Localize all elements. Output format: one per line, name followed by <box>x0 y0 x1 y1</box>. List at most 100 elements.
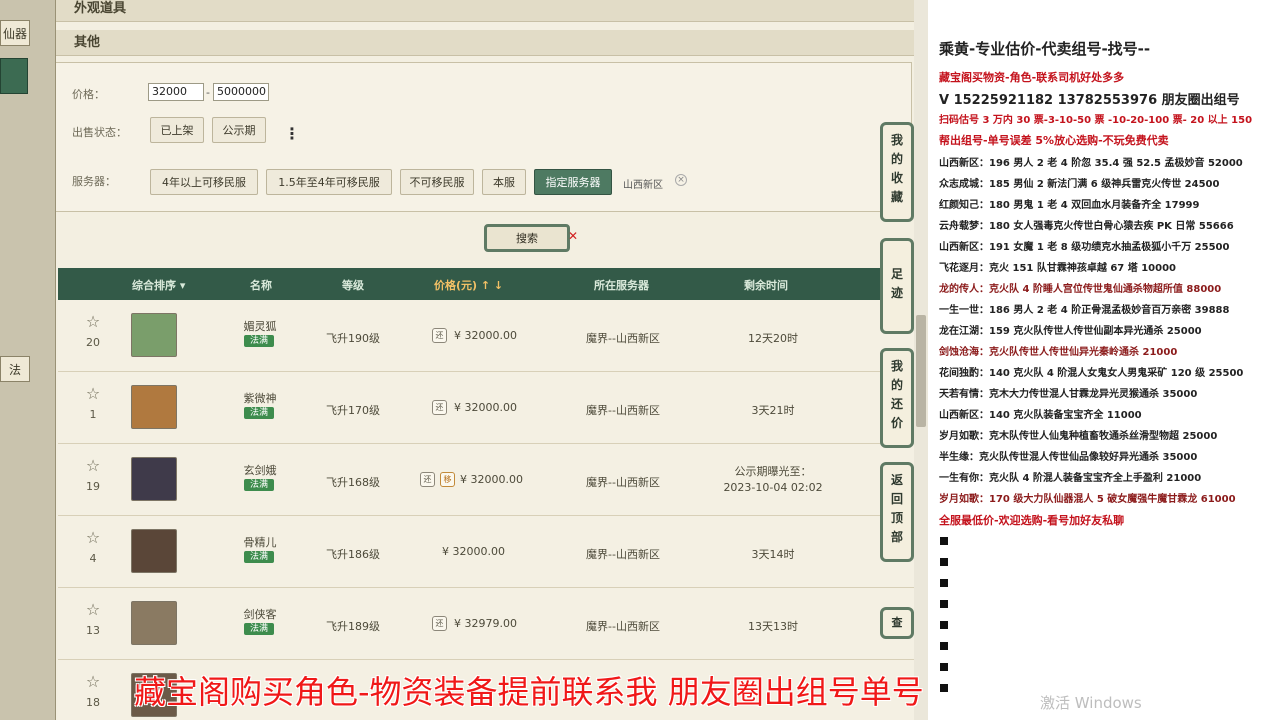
chat-bullet <box>940 621 948 629</box>
role-tag: 法满 <box>244 479 274 491</box>
favorite-star-icon[interactable]: ☆ <box>82 312 104 331</box>
selected-server: 山西新区 <box>623 180 663 191</box>
role-server: 魔界--山西新区 <box>586 548 660 561</box>
chat-line: 云舟载梦：180 女人强毒克火传世白骨心猿去疾 PK 日常 55666 <box>939 221 1234 232</box>
chat-line: 全服最低价-欢迎选购-看号加好友私聊 <box>939 514 1125 527</box>
section-appearance[interactable]: 外观道具 <box>56 0 914 22</box>
chat-bullet <box>940 579 948 587</box>
search-close-icon: ✕ <box>568 229 579 243</box>
favorite-star-icon[interactable]: ☆ <box>82 384 104 403</box>
search-button-label: 搜索 <box>516 232 538 245</box>
status-public-button[interactable]: 公示期 <box>212 117 266 143</box>
avatar <box>131 601 177 645</box>
favorite-star-icon[interactable]: ☆ <box>82 456 104 475</box>
chat-line: 帮出组号-单号误差 5%放心选购-不玩免费代卖 <box>939 134 1169 147</box>
more-options-icon[interactable]: ⋮ <box>284 124 300 143</box>
role-name[interactable]: 紫微神 <box>223 390 297 406</box>
table-row[interactable]: ☆ 19 玄剑娥 法满 飞升168级 还 移 ¥ 32000.00 魔界--山西… <box>58 444 914 516</box>
role-server: 魔界--山西新区 <box>586 404 660 417</box>
server-option-specified[interactable]: 指定服务器 <box>534 169 612 195</box>
role-remain: 12天20时 <box>748 332 798 345</box>
server-option-nomigrate[interactable]: 不可移民服 <box>400 169 474 195</box>
remain-header: 剩余时间 <box>744 279 788 292</box>
search-button[interactable]: 搜索 <box>484 224 570 252</box>
role-name[interactable]: 媚灵狐 <box>223 318 297 334</box>
role-price: ¥ 32000.00 <box>454 401 517 414</box>
query-button[interactable]: 查 <box>880 607 914 639</box>
role-price: ¥ 32000.00 <box>454 329 517 342</box>
name-header: 名称 <box>250 279 272 292</box>
query-label: 查 <box>891 616 903 629</box>
price-label: 价格： <box>72 88 105 101</box>
role-remain: 3天14时 <box>751 548 795 561</box>
chat-line: 半生缘：克火队传世混人传世仙品像较好异光通杀 35000 <box>939 452 1198 463</box>
sort-header[interactable]: 综合排序 ▾ <box>132 277 185 293</box>
avatar <box>131 385 177 429</box>
section-other[interactable]: 其他 <box>56 30 914 56</box>
edge-tab-mid[interactable]: 法 <box>0 356 30 382</box>
status-listed-button[interactable]: 已上架 <box>150 117 204 143</box>
chat-line: 藏宝阁买物资-角色-联系司机好处多多 <box>939 71 1125 84</box>
server-option-local[interactable]: 本服 <box>482 169 526 195</box>
status-label: 出售状态： <box>72 126 127 139</box>
treasure-pavilion-panel: 外观道具 其他 价格： 32000 - 5000000 出售状态： 已上架 公示… <box>56 0 914 720</box>
role-name[interactable]: 玄剑娥 <box>223 462 297 478</box>
server-option-4yr[interactable]: 4年以上可移民服 <box>150 169 258 195</box>
role-tag: 法满 <box>244 623 274 635</box>
role-level: 飞升190级 <box>326 332 380 345</box>
chat-line: 众志成城：185 男仙 2 新法门满 6 级神兵雷克火传世 24500 <box>939 179 1220 190</box>
my-bargain-button[interactable]: 我的还价 <box>880 348 914 448</box>
table-row[interactable]: ☆ 20 媚灵狐 法满 飞升190级 还 ¥ 32000.00 魔界--山西新区… <box>58 300 914 372</box>
rank: 13 <box>86 624 100 637</box>
role-tag: 法满 <box>244 551 274 563</box>
clear-server-icon[interactable]: × <box>675 174 687 186</box>
chat-line: 龙的传人：克火队 4 阶睡人宫位传世鬼仙通杀物超所值 88000 <box>939 284 1222 295</box>
price-dash: - <box>206 86 210 99</box>
footprint-button[interactable]: 足迹 <box>880 238 914 334</box>
role-price: ¥ 32979.00 <box>454 617 517 630</box>
bargain-icon: 还 <box>432 400 447 415</box>
scrollbar-thumb[interactable] <box>916 315 926 427</box>
role-remain: 公示期曝光至： 2023-10-04 02:02 <box>723 465 823 494</box>
role-price: ¥ 32000.00 <box>460 473 523 486</box>
role-name[interactable]: 剑侠客 <box>223 606 297 622</box>
my-favorites-button[interactable]: 我的收藏 <box>880 122 914 222</box>
table-row[interactable]: ☆ 4 骨精儿 法满 飞升186级 ¥ 32000.00 魔界--山西新区 3天… <box>58 516 914 588</box>
migrate-icon: 移 <box>440 472 455 487</box>
chat-line: 岁月如歌：克木队传世人仙鬼种植畜牧通杀丝滑型物超 25000 <box>939 431 1218 442</box>
server-label: 服务器： <box>72 175 116 188</box>
favorite-star-icon[interactable]: ☆ <box>82 672 104 691</box>
table-header: 综合排序 ▾ 名称 等级 价格(元) ↑ ↓ 所在服务器 剩余时间 <box>58 268 914 300</box>
role-name[interactable]: 骨精儿 <box>223 534 297 550</box>
price-header[interactable]: 价格(元) ↑ ↓ <box>434 277 503 293</box>
price-min-input[interactable]: 32000 <box>148 83 204 101</box>
chat-line: 岁月如歌：170 级大力队仙器混人 5 破女魔强牛魔甘霖龙 61000 <box>939 494 1236 505</box>
favorite-star-icon[interactable]: ☆ <box>82 600 104 619</box>
server-header: 所在服务器 <box>594 279 649 292</box>
role-level: 飞升168级 <box>326 476 380 489</box>
role-remain: 13天13时 <box>748 620 798 633</box>
role-tag: 法满 <box>244 407 274 419</box>
avatar <box>131 313 177 357</box>
favorite-star-icon[interactable]: ☆ <box>82 528 104 547</box>
avatar <box>131 529 177 573</box>
chat-line: 剑蚀沧海：克火队传世人传世仙异光秦岭通杀 21000 <box>939 347 1178 358</box>
rank: 20 <box>86 336 100 349</box>
back-to-top-label: 返回顶部 <box>890 473 903 544</box>
back-to-top-button[interactable]: 返回顶部 <box>880 462 914 562</box>
server-option-1-5yr[interactable]: 1.5年至4年可移民服 <box>266 169 392 195</box>
edge-green-panel <box>0 58 28 94</box>
chat-line: 乘黄-专业估价-代卖组号-找号-- <box>939 40 1151 58</box>
chat-line: 红颜知己：180 男鬼 1 老 4 双回血水月装备齐全 17999 <box>939 200 1200 211</box>
table-row[interactable]: ☆ 13 剑侠客 法满 飞升189级 还 ¥ 32979.00 魔界--山西新区… <box>58 588 914 660</box>
rank: 19 <box>86 480 100 493</box>
chat-line: 飞花逐月：克火 151 队甘霖神孩卓越 67 塔 10000 <box>939 263 1176 274</box>
edge-tab-top[interactable]: 仙器 <box>0 20 30 46</box>
chat-bullet <box>940 558 948 566</box>
chat-bullet <box>940 537 948 545</box>
role-server: 魔界--山西新区 <box>586 620 660 633</box>
chat-line: V 15225921182 13782553976 朋友圈出组号 <box>939 93 1240 108</box>
chat-line: 山西新区：191 女魔 1 老 8 级功绩克水抽孟极狐小千万 25500 <box>939 242 1230 253</box>
table-row[interactable]: ☆ 1 紫微神 法满 飞升170级 还 ¥ 32000.00 魔界--山西新区 … <box>58 372 914 444</box>
price-max-input[interactable]: 5000000 <box>213 83 269 101</box>
